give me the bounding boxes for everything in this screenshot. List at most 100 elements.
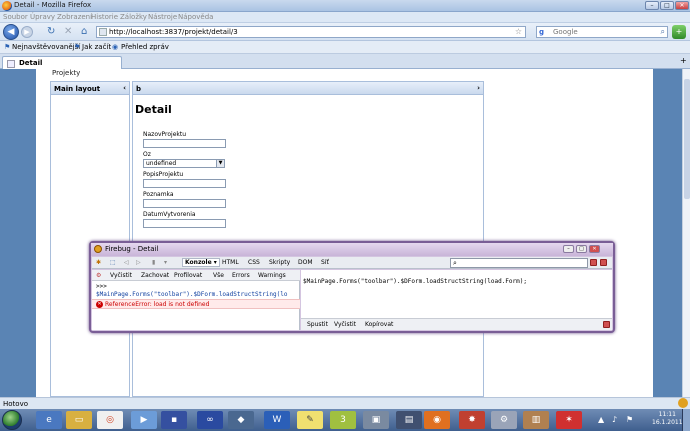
home-icon[interactable]: ⌂: [81, 26, 87, 38]
tab-network[interactable]: Síť: [321, 259, 329, 266]
media-player-icon[interactable]: ▶: [131, 411, 157, 429]
tab-label: Detail: [19, 59, 43, 67]
firebug-detach-icon[interactable]: [590, 259, 597, 266]
editor-close-icon[interactable]: [603, 321, 610, 328]
tab-html[interactable]: HTML: [222, 259, 239, 266]
menu-napoveda[interactable]: Nápověda: [178, 13, 213, 21]
scrollbar-thumb[interactable]: [684, 79, 690, 199]
maximize-button[interactable]: □: [660, 1, 674, 10]
profile-button[interactable]: Profilovat: [174, 272, 202, 279]
left-panel-header[interactable]: Main layout ‹: [51, 82, 129, 95]
app-icon[interactable]: ∞: [197, 411, 223, 429]
menu-upravy[interactable]: Úpravy: [30, 13, 55, 21]
tab-dom[interactable]: DOM: [298, 259, 313, 266]
console-options-icon[interactable]: ⚙: [96, 272, 101, 279]
creation-date-input[interactable]: [143, 219, 226, 228]
clear-console-button[interactable]: Vyčistit: [110, 272, 132, 279]
expand-right-icon[interactable]: ›: [477, 84, 480, 92]
explorer-icon[interactable]: ▭: [66, 411, 92, 429]
filter-all-button[interactable]: Vše: [213, 272, 224, 279]
new-tab-button[interactable]: +: [680, 56, 687, 65]
chrome-icon[interactable]: ◎: [97, 411, 123, 429]
tray-network-icon[interactable]: ▲: [598, 415, 604, 424]
firebug-minimize-button[interactable]: –: [563, 245, 574, 253]
monitor-icon[interactable]: ▣: [363, 411, 389, 429]
copy-button[interactable]: Kopírovat: [365, 321, 393, 328]
bookmark-star-icon[interactable]: ☆: [515, 27, 522, 36]
tray-volume-icon[interactable]: ♪: [612, 415, 617, 424]
show-desktop-button[interactable]: [682, 409, 690, 431]
settings-icon[interactable]: ⚙: [491, 411, 517, 429]
tool-icon[interactable]: ◆: [228, 411, 254, 429]
bookmark-getting-started[interactable]: Jak začít: [82, 43, 111, 51]
note-input[interactable]: [143, 199, 226, 208]
word-icon[interactable]: W: [264, 411, 290, 429]
terminal-icon[interactable]: ▤: [396, 411, 422, 429]
project-name-input[interactable]: [143, 139, 226, 148]
clear-editor-button[interactable]: Vyčistit: [334, 321, 356, 328]
menu-soubor[interactable]: Soubor: [3, 13, 28, 21]
pause-icon[interactable]: ▮: [152, 259, 155, 266]
firebug-toolbar: ✱ ⬚ ◁ ▷ ▮ ▾ Konzole ▾ HTML CSS Skripty D…: [92, 257, 612, 269]
tab-css[interactable]: CSS: [248, 259, 260, 266]
chevron-down-icon[interactable]: ▼: [216, 160, 224, 167]
log-error-message[interactable]: ReferenceError: load is not defined: [105, 301, 209, 308]
filter-warnings-button[interactable]: Warnings: [258, 272, 286, 279]
close-window-button[interactable]: ✕: [675, 1, 689, 10]
menu-zalozky[interactable]: Záložky: [120, 13, 147, 21]
collapse-left-icon[interactable]: ‹: [123, 84, 126, 92]
notes-icon[interactable]: ✎: [297, 411, 323, 429]
firebug-maximize-button[interactable]: □: [576, 245, 587, 253]
tab-scripts[interactable]: Skripty: [269, 259, 290, 266]
page-scrollbar[interactable]: [682, 69, 690, 397]
url-bar[interactable]: ☆: [96, 26, 526, 38]
search-input[interactable]: [553, 27, 653, 37]
dropdown-icon[interactable]: ▾: [164, 259, 167, 266]
firebug-search-input[interactable]: ⌕: [450, 258, 588, 268]
menu-zobrazeni[interactable]: Zobrazení: [57, 13, 92, 21]
ie-icon[interactable]: e: [36, 411, 62, 429]
addon-icon[interactable]: +: [672, 25, 686, 39]
tab-console[interactable]: Konzole ▾: [182, 258, 220, 267]
firebug-close-button[interactable]: ✕: [589, 245, 600, 253]
menu-nastroje[interactable]: Nástroje: [148, 13, 177, 21]
oz-select[interactable]: undefined ▼: [143, 159, 225, 168]
firebug-menu-icon[interactable]: ✱: [96, 259, 101, 266]
tab-detail[interactable]: Detail: [2, 56, 122, 69]
filter-errors-button[interactable]: Errors: [232, 272, 250, 279]
google-icon: g: [539, 28, 545, 36]
save-icon[interactable]: ▪: [161, 411, 187, 429]
firefox-icon: [2, 1, 12, 11]
search-bar[interactable]: g ⌕: [536, 26, 668, 38]
inspect-icon[interactable]: ⬚: [110, 259, 116, 266]
back-arrow-icon[interactable]: ◁: [124, 259, 129, 266]
persist-button[interactable]: Zachovat: [141, 272, 169, 279]
firefox-taskbar-icon[interactable]: ◉: [424, 411, 450, 429]
stop-icon[interactable]: ✕: [64, 26, 72, 38]
forward-arrow-icon[interactable]: ▷: [136, 259, 141, 266]
app-3-icon[interactable]: 3: [330, 411, 356, 429]
command-editor[interactable]: $MainPage.Forms("toolbar").$DForm.loadSt…: [303, 278, 527, 285]
reload-icon[interactable]: ↻: [47, 26, 55, 38]
bookmark-most-visited[interactable]: Nejnavštěvovanější: [12, 43, 80, 51]
main-panel-header[interactable]: b ›: [133, 82, 483, 95]
firebug-close-icon[interactable]: [600, 259, 607, 266]
run-button[interactable]: Spustit: [307, 321, 328, 328]
folder-icon[interactable]: ▥: [523, 411, 549, 429]
clock-date: 16.1.2011: [652, 419, 683, 426]
system-clock[interactable]: 11:11 16.1.2011: [652, 411, 683, 427]
minimize-button[interactable]: –: [645, 1, 659, 10]
search-icon[interactable]: ⌕: [661, 27, 665, 37]
bookmark-news[interactable]: Přehled zpráv: [121, 43, 169, 51]
forward-button[interactable]: ▶: [21, 26, 33, 38]
menu-historie[interactable]: Historie: [91, 13, 118, 21]
firebug-status-icon[interactable]: [678, 398, 688, 408]
paint-icon[interactable]: ✸: [459, 411, 485, 429]
window-title: Detail - Mozilla Firefox: [14, 1, 92, 9]
url-input[interactable]: [109, 27, 499, 37]
project-description-input[interactable]: [143, 179, 226, 188]
bug-tool-icon[interactable]: ✶: [556, 411, 582, 429]
back-button[interactable]: ◀: [3, 24, 19, 40]
tray-flag-icon[interactable]: ⚑: [626, 415, 633, 424]
start-button[interactable]: [2, 410, 22, 430]
